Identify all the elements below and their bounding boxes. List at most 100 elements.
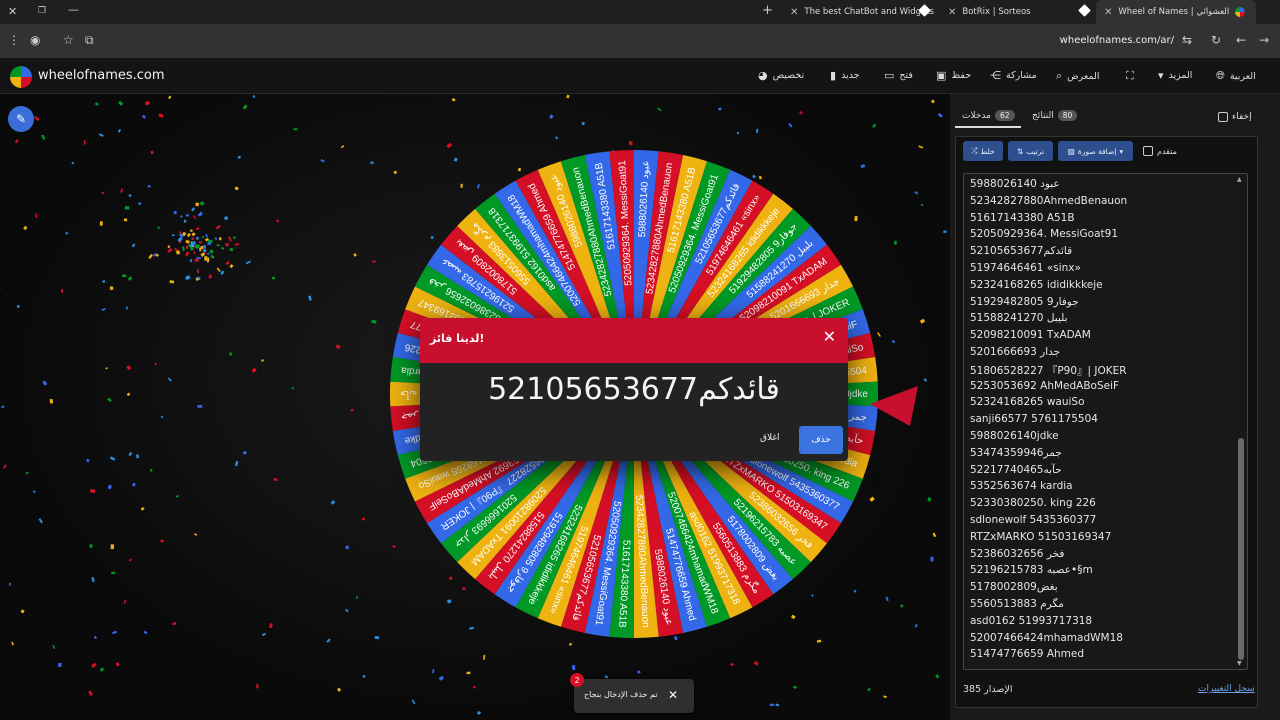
delete-winner-button[interactable]: حذف <box>799 426 843 454</box>
tab-close-icon[interactable]: ✕ <box>948 7 956 18</box>
entry-line[interactable]: 52196215783 عصبه•§m <box>970 564 1093 576</box>
changelog-link[interactable]: سجل التغييرات <box>1198 684 1255 694</box>
confetti-piece <box>195 202 200 207</box>
forward-icon[interactable]: → <box>1259 33 1269 47</box>
tab-results[interactable]: النتائج 80 <box>1032 110 1078 121</box>
entry-line[interactable]: 51588241270 بليبل <box>970 312 1068 324</box>
entry-line[interactable]: 5988026140jdke <box>970 430 1059 442</box>
entry-line[interactable]: 5201666693 جدار <box>970 346 1060 358</box>
bookmark-star-icon[interactable]: ☆ <box>63 33 74 47</box>
scroll-thumb[interactable] <box>1238 438 1244 660</box>
confetti-piece <box>157 226 160 229</box>
close-dialog-button[interactable]: اغلاق <box>760 433 780 443</box>
profile-icon[interactable]: ◉ <box>30 33 40 47</box>
confetti-piece <box>192 241 196 245</box>
tab-close-icon[interactable]: ✕ <box>1104 7 1112 18</box>
entry-line[interactable]: 5988026140 عبود <box>970 178 1060 190</box>
wheel-logo-icon[interactable] <box>10 66 32 88</box>
minimize-window-icon[interactable]: — <box>68 3 79 16</box>
confetti-piece <box>147 184 151 188</box>
entry-line[interactable]: 5352563674 kardia <box>970 480 1073 492</box>
confetti-piece <box>657 107 662 112</box>
advanced-toggle[interactable]: متقدم <box>1143 146 1177 156</box>
close-icon[interactable]: ✕ <box>823 327 836 346</box>
entry-line[interactable]: فخر 52386032656 <box>970 548 1064 560</box>
entries-scrollbar[interactable]: ▲ ▼ <box>1237 176 1245 667</box>
confetti-piece <box>883 695 887 698</box>
entry-line[interactable]: 51617143380 A51B <box>970 212 1075 224</box>
confetti-piece <box>117 128 122 133</box>
add-image-button[interactable]: ▨ إضافة صورة ▾ <box>1058 141 1133 161</box>
entry-line[interactable]: asd0162 51993717318 <box>970 615 1092 627</box>
url-text[interactable]: wheelofnames.com/ar/ <box>1060 35 1174 46</box>
entry-line[interactable]: 52330380250. king 226 <box>970 497 1096 509</box>
folder-icon: ▭ <box>884 69 895 82</box>
sort-button[interactable]: ⇅ ترتيب <box>1008 141 1053 161</box>
confetti-piece <box>205 233 209 238</box>
confetti-piece <box>927 497 932 502</box>
shuffle-button[interactable]: ⤮ خلط <box>963 141 1003 161</box>
entry-line[interactable]: 51929482805 جوفار9 <box>970 296 1079 308</box>
entry-line[interactable]: RTZxMARKO 51503169347 <box>970 531 1111 543</box>
gallery-button[interactable]: ⌕ المعرض <box>1056 69 1100 83</box>
share-button[interactable]: ⋲ مشاركة <box>990 69 1037 82</box>
entry-line[interactable]: 52217740465حآبه <box>970 464 1062 476</box>
confetti-piece <box>171 234 175 237</box>
site-settings-icon[interactable]: ⇆ <box>1182 33 1192 47</box>
confetti-piece <box>94 102 99 106</box>
reload-icon[interactable]: ↻ <box>1211 33 1221 47</box>
entry-line[interactable]: 5253053692 AhMedABoSeiF <box>970 380 1119 392</box>
entry-line[interactable]: 52050929364. MessiGoat91 <box>970 228 1118 240</box>
entries-textarea[interactable]: ▲ ▼ 5988026140 عبود 52342827880AhmedBenau… <box>963 173 1248 670</box>
confetti-piece <box>131 482 136 487</box>
more-menu-button[interactable]: ▾ المزيد <box>1158 69 1192 82</box>
entry-line[interactable]: 52098210091 TxADAM <box>970 329 1091 341</box>
advanced-checkbox[interactable] <box>1143 146 1153 156</box>
customize-button[interactable]: ◕ تخصيص <box>758 69 804 82</box>
hide-checkbox[interactable] <box>1218 112 1228 122</box>
confetti-piece <box>23 225 28 231</box>
hide-toggle[interactable]: إخفاء <box>1218 112 1252 122</box>
new-button[interactable]: ▮ جديد <box>830 69 860 82</box>
entry-line[interactable]: sanji66577 5761175504 <box>970 413 1098 425</box>
save-button[interactable]: ▣ حفظ <box>936 69 971 82</box>
entry-line[interactable]: 51974646461 «sinx» <box>970 262 1081 274</box>
new-tab-icon[interactable]: + <box>762 3 773 18</box>
toast-close-icon[interactable]: ✕ <box>668 688 678 702</box>
browser-tab-chatbot[interactable]: ✕ The best ChatBot and Widgets <box>782 0 934 24</box>
entry-line[interactable]: 53474359946جمر <box>970 447 1062 459</box>
back-icon[interactable]: ← <box>1236 33 1246 47</box>
edit-pencil-icon[interactable]: ✎ <box>8 106 34 132</box>
brand-name[interactable]: wheelofnames.com <box>38 68 165 83</box>
confetti-piece <box>107 397 112 403</box>
close-window-icon[interactable]: ✕ <box>8 5 17 18</box>
browser-tab-botrix[interactable]: ✕ BotRix | Sorteos <box>940 0 1080 24</box>
open-button[interactable]: ▭ فتح <box>884 69 913 82</box>
entry-line[interactable]: 51806528227 『P90』| JOKER <box>970 363 1127 378</box>
confetti-piece <box>943 230 947 234</box>
tab-close-icon[interactable]: ✕ <box>790 7 798 18</box>
install-app-icon[interactable]: ⧉ <box>85 33 94 48</box>
confetti-piece <box>330 500 336 505</box>
entry-line[interactable]: 51474776659 Ahmed <box>970 648 1084 660</box>
entry-line[interactable]: 52105653677قائدكم <box>970 245 1072 257</box>
entry-line[interactable]: 52342827880AhmedBenauon <box>970 195 1127 207</box>
confetti-piece <box>83 140 86 145</box>
restore-window-icon[interactable]: ❐ <box>38 6 46 16</box>
entry-line[interactable]: 52324168265 ididikkkeje <box>970 279 1103 291</box>
entry-line[interactable]: sdlonewolf 5435360377 <box>970 514 1096 526</box>
entry-line[interactable]: 5560513883 مگرم <box>970 598 1064 610</box>
shuffle-icon: ⤮ <box>971 146 978 155</box>
scroll-down-icon[interactable]: ▼ <box>1237 660 1242 667</box>
fullscreen-button[interactable]: ⛶ <box>1126 69 1134 83</box>
scroll-up-icon[interactable]: ▲ <box>1237 176 1242 183</box>
language-button[interactable]: 🌐︎ العربية <box>1216 69 1256 83</box>
entry-line[interactable]: 5178002809بغض <box>970 581 1058 593</box>
menu-kebab-icon[interactable]: ⋮ <box>8 33 20 47</box>
results-count-badge: 80 <box>1057 110 1078 121</box>
entry-line[interactable]: 52324168265 wauiSo <box>970 396 1085 408</box>
browser-tab-wheel[interactable]: ✕ Wheel of Names | العشوائي <box>1096 0 1256 24</box>
confetti-piece <box>3 464 7 469</box>
entry-line[interactable]: 52007466424mhamadWM18 <box>970 632 1123 644</box>
tab-entries[interactable]: مدخلات 62 <box>962 110 1015 121</box>
